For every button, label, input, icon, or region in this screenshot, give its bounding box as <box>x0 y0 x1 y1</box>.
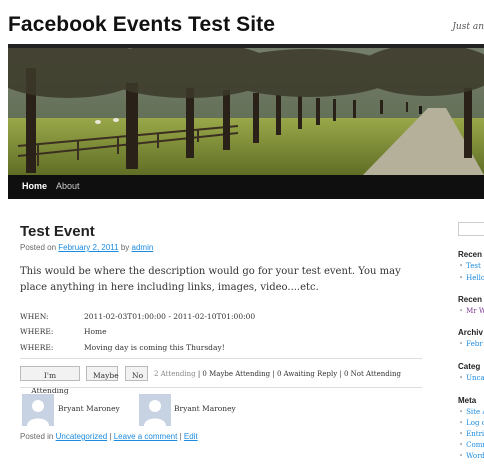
header-banner-image <box>8 48 484 175</box>
sidebar-link[interactable]: •Site A <box>459 408 484 416</box>
sidebar-link[interactable]: •Comm <box>459 441 484 449</box>
rsvp-other-counts: | 0 Maybe Attending | 0 Awaiting Reply |… <box>195 370 401 378</box>
sidebar-heading-meta: Meta <box>458 396 477 405</box>
separator: | <box>179 432 182 441</box>
post-footer-meta: Posted in Uncategorized | Leave a commen… <box>20 432 198 441</box>
sidebar-link[interactable]: • Entri <box>459 430 484 438</box>
post-title[interactable]: Test Event <box>20 223 95 240</box>
sidebar-link[interactable]: • Mr W <box>459 307 484 315</box>
divider <box>20 387 422 388</box>
sidebar-link[interactable]: • Hello <box>459 274 484 282</box>
site-tagline: Just an <box>452 22 484 32</box>
nav-item-home[interactable]: Home <box>22 181 47 191</box>
sidebar-link[interactable]: • Febr <box>459 340 483 348</box>
by-label: by <box>120 243 130 252</box>
sidebar-link[interactable]: • Log o <box>459 419 484 427</box>
sidebar-link[interactable]: • Word <box>459 452 484 460</box>
where-value: Moving day is coming this Thursday! <box>84 343 225 352</box>
sidebar-link[interactable]: • Test <box>459 262 481 270</box>
site-title[interactable]: Facebook Events Test Site <box>8 13 275 37</box>
rsvp-counts: 2 Attending | 0 Maybe Attending | 0 Awai… <box>154 370 401 378</box>
sidebar-heading-recent-comments: Recen <box>458 295 483 304</box>
where-label: WHERE: <box>20 327 54 336</box>
post-meta: Posted on February 2, 2011 by admin <box>20 243 153 252</box>
attendee-avatar[interactable] <box>139 394 171 426</box>
attendee-name[interactable]: Bryant Maroney <box>58 404 120 413</box>
when-value: 2011-02-03T01:00:00 - 2011-02-10T01:00:0… <box>84 312 256 321</box>
leave-comment-link[interactable]: Leave a comment <box>114 432 178 441</box>
posted-in-label: Posted in <box>20 432 54 441</box>
person-silhouette-icon <box>144 400 166 426</box>
author-link[interactable]: admin <box>132 243 154 252</box>
divider <box>20 358 422 359</box>
attending-count: 2 Attending <box>154 370 196 378</box>
edit-link[interactable]: Edit <box>184 432 198 441</box>
sidebar-heading-archives: Archiv <box>458 328 483 337</box>
attendee-avatar[interactable] <box>22 394 54 426</box>
nav-item-about[interactable]: About <box>56 181 80 191</box>
event-description: This would be where the description woul… <box>20 266 401 293</box>
no-button[interactable]: No <box>125 366 148 381</box>
attendee-name[interactable]: Bryant Maroney <box>174 404 236 413</box>
where-value: Home <box>84 327 107 336</box>
when-label: WHEN: <box>20 312 49 321</box>
category-link[interactable]: Uncategorized <box>56 432 108 441</box>
where-label: WHERE: <box>20 343 54 352</box>
separator: | <box>109 432 112 441</box>
main-nav: Home About <box>8 175 484 199</box>
post-date-link[interactable]: February 2, 2011 <box>58 243 118 252</box>
person-silhouette-icon <box>27 400 49 426</box>
posted-on-label: Posted on <box>20 243 57 252</box>
sidebar-link[interactable]: • Unca <box>459 374 484 382</box>
sidebar-search-input[interactable] <box>458 222 484 236</box>
sidebar-heading-categories: Categ <box>458 362 481 371</box>
maybe-button[interactable]: Maybe <box>86 366 119 381</box>
attending-button[interactable]: I'm Attending <box>20 366 80 395</box>
sidebar-heading-recent-posts: Recen <box>458 250 483 259</box>
